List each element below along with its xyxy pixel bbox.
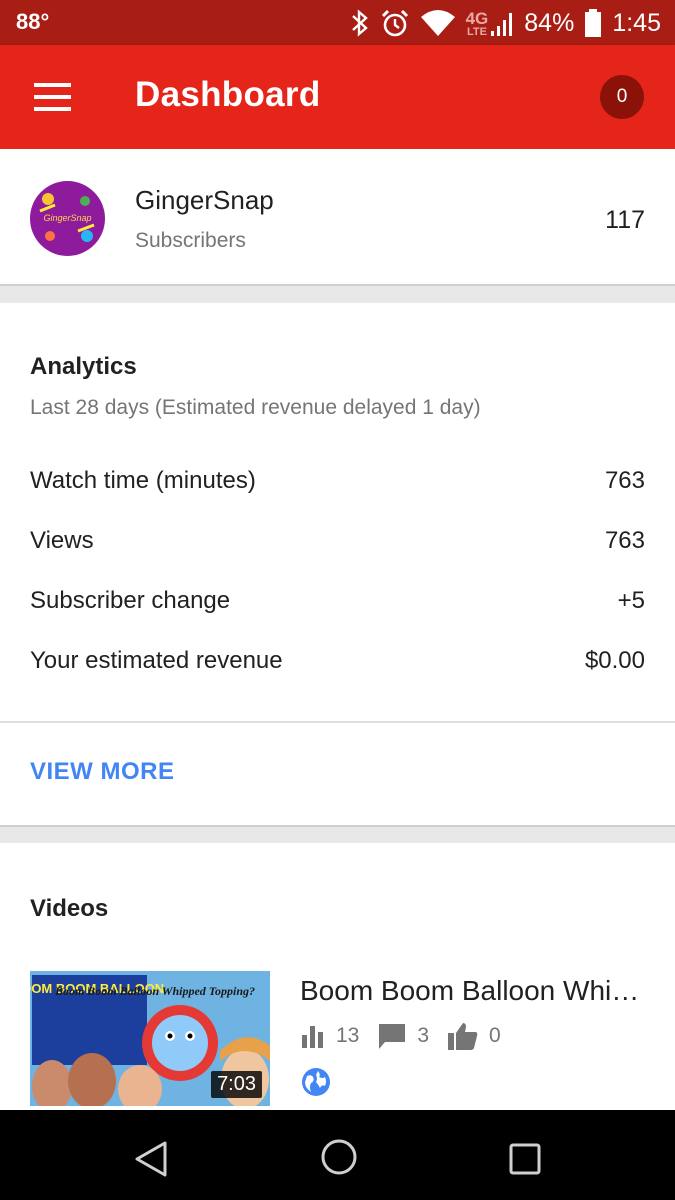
analytics-subtitle: Last 28 days (Estimated revenue delayed … — [30, 396, 481, 419]
thumb-caption-text: Boom Boom Balloon Whipped Topping? — [54, 984, 255, 998]
alarm-icon — [381, 9, 408, 37]
avatar-text: GingerSnap — [43, 213, 91, 223]
hamburger-menu-icon[interactable] — [34, 83, 71, 111]
video-list-item[interactable]: BOOM BOOM BALLOON Boom Boom Balloon Whip… — [30, 971, 645, 1111]
channel-avatar: GingerSnap — [30, 181, 105, 256]
status-icons: 4G LTE 84% 1:45 — [350, 6, 661, 40]
videos-title: Videos — [30, 895, 109, 922]
video-thumbnail: BOOM BOOM BALLOON Boom Boom Balloon Whip… — [30, 971, 270, 1106]
page-title: Dashboard — [135, 75, 321, 114]
metric-value: +5 — [617, 587, 645, 614]
cellular-signal: 4G LTE — [466, 10, 515, 37]
status-bar: 88° 4G LTE 84% 1:45 — [0, 0, 675, 45]
video-stats: 13 3 0 — [300, 1021, 519, 1051]
comment-icon — [379, 1024, 406, 1049]
notification-badge[interactable]: 0 — [600, 75, 644, 119]
metric-label: Your estimated revenue — [30, 647, 283, 674]
metric-row-revenue: Your estimated revenue $0.00 — [30, 641, 645, 681]
metric-label: Subscriber change — [30, 587, 231, 614]
network-subtype: LTE — [466, 25, 487, 38]
battery-icon — [585, 9, 602, 37]
network-type: 4G — [465, 8, 489, 28]
comments-stat: 3 — [377, 1022, 429, 1050]
public-globe-icon — [302, 1068, 330, 1096]
likes-count: 0 — [489, 1024, 501, 1047]
metric-value: 763 — [604, 527, 645, 554]
metric-value: 763 — [604, 467, 645, 494]
metric-value: $0.00 — [584, 647, 645, 674]
clock-time: 1:45 — [612, 8, 661, 37]
analytics-card: Analytics Last 28 days (Estimated revenu… — [0, 303, 675, 827]
view-more-button[interactable]: VIEW MORE — [30, 758, 175, 786]
metric-row-watch-time: Watch time (minutes) 763 — [30, 461, 645, 501]
metric-row-views: Views 763 — [30, 521, 645, 561]
likes-stat: 0 — [447, 1021, 501, 1051]
metric-row-subscriber-change: Subscriber change +5 — [30, 581, 645, 621]
home-icon[interactable] — [320, 1138, 358, 1176]
back-icon[interactable] — [133, 1140, 169, 1178]
subscribers-label: Subscribers — [135, 229, 246, 252]
views-stat: 13 — [300, 1023, 359, 1049]
metric-label: Views — [30, 527, 94, 554]
divider — [0, 721, 675, 723]
subscriber-count: 117 — [605, 206, 645, 234]
metric-label: Watch time (minutes) — [30, 467, 256, 494]
temperature-text: 88° — [16, 9, 50, 34]
recents-icon[interactable] — [508, 1142, 542, 1176]
wifi-icon — [420, 10, 455, 36]
video-duration: 7:03 — [211, 1071, 262, 1098]
signal-bars-icon — [491, 12, 513, 36]
videos-card: Videos BOOM BOOM BALLOON Boom Boom Ballo… — [0, 843, 675, 1110]
video-title: Boom Boom Balloon Whipped Topping? — [300, 975, 645, 1006]
bluetooth-icon — [351, 9, 368, 37]
app-bar: Dashboard 0 — [0, 45, 675, 149]
comments-count: 3 — [417, 1024, 430, 1047]
bar-chart-icon — [302, 1026, 323, 1048]
battery-percent: 84% — [524, 8, 575, 37]
analytics-title: Analytics — [30, 353, 137, 380]
system-nav-bar — [0, 1110, 675, 1200]
channel-card[interactable]: GingerSnap GingerSnap Subscribers 117 — [0, 149, 675, 286]
channel-name: GingerSnap — [135, 185, 274, 215]
views-count: 13 — [336, 1024, 360, 1047]
thumbs-up-icon — [448, 1023, 478, 1050]
